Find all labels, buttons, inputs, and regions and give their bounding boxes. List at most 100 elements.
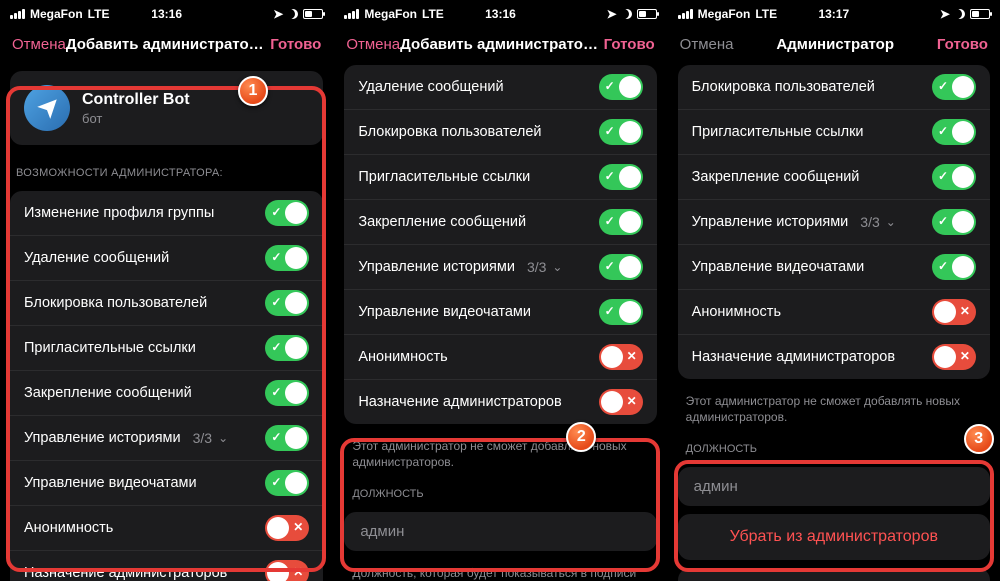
role-hint: Должность, которая будет показываться в … (334, 557, 666, 581)
toggle-on[interactable]: ✓ (599, 299, 643, 325)
carrier-label: MegaFon (364, 7, 417, 21)
network-label: LTE (88, 7, 110, 21)
carrier-label: MegaFon (30, 7, 83, 21)
perm-block[interactable]: Блокировка пользователей✓ (344, 109, 656, 154)
perm-video[interactable]: Управление видеочатами✓ (678, 244, 990, 289)
perm-delete[interactable]: Удаление сообщений✓ (344, 65, 656, 109)
toggle-off[interactable]: ✕ (265, 515, 309, 541)
status-bar: MegaFon LTE 13:16 ➤ (0, 0, 333, 26)
location-icon: ➤ (607, 7, 617, 21)
nav-title: Добавить администрато… (400, 36, 598, 53)
toggle-off[interactable]: ✕ (932, 344, 976, 370)
toggle-on[interactable]: ✓ (265, 290, 309, 316)
perm-pin[interactable]: Закрепление сообщений✓ (678, 154, 990, 199)
perm-stories[interactable]: Управление историями3/3 ⌄✓ (344, 244, 656, 289)
nav-bar: ОтменаДобавить администрато… Готово (334, 26, 666, 63)
perm-addadmin[interactable]: Назначение администраторов✕ (344, 379, 656, 424)
toggle-off[interactable]: ✕ (265, 560, 309, 581)
chevron-down-icon: ⌄ (218, 431, 228, 445)
toggle-on[interactable]: ✓ (599, 254, 643, 280)
status-bar: MegaFon LTE 13:17 ➤ (668, 0, 1000, 26)
toggle-on[interactable]: ✓ (932, 74, 976, 100)
dnd-icon (955, 9, 965, 19)
screen-1: MegaFon LTE 13:16 ➤ ОтменаДобавить админ… (0, 0, 333, 581)
toggle-on[interactable]: ✓ (932, 164, 976, 190)
perm-video[interactable]: Управление видеочатами✓ (344, 289, 656, 334)
perm-profile[interactable]: Изменение профиля группы✓ (10, 191, 323, 235)
role-section-label: ДОЛЖНОСТЬ (668, 425, 1000, 461)
toggle-on[interactable]: ✓ (265, 380, 309, 406)
toggle-on[interactable]: ✓ (265, 335, 309, 361)
signal-icon (678, 9, 693, 19)
role-section-label: ДОЛЖНОСТЬ (334, 470, 666, 506)
toggle-off[interactable]: ✕ (932, 299, 976, 325)
perm-addadmin[interactable]: Назначение администраторов✕ (10, 550, 323, 581)
carrier-label: MegaFon (698, 7, 751, 21)
screen-3: MegaFon LTE 13:17 ➤ Отмена Администратор… (667, 0, 1000, 581)
perm-invite[interactable]: Пригласительные ссылки✓ (344, 154, 656, 199)
footnote-noadd: Этот администратор не сможет добавлять н… (668, 385, 1000, 425)
perm-anon[interactable]: Анонимность✕ (344, 334, 656, 379)
nav-bar: Отмена Администратор Готово (668, 26, 1000, 63)
toggle-on[interactable]: ✓ (265, 200, 309, 226)
nav-title: Добавить администрато… (66, 36, 264, 53)
permissions-list: Изменение профиля группы✓ Удаление сообщ… (10, 191, 323, 581)
perm-addadmin[interactable]: Назначение администраторов✕ (678, 334, 990, 379)
role-input[interactable]: админ (678, 467, 990, 506)
done-button[interactable]: Готово (270, 36, 321, 53)
perm-delete[interactable]: Удаление сообщений✓ (10, 235, 323, 280)
toggle-off[interactable]: ✕ (599, 344, 643, 370)
cancel-action-button[interactable]: Отмена (678, 568, 990, 581)
signal-icon (10, 9, 25, 19)
remove-admin-button[interactable]: Убрать из администраторов (678, 514, 990, 560)
network-label: LTE (422, 7, 444, 21)
toggle-on[interactable]: ✓ (599, 74, 643, 100)
section-admin-caps: ВОЗМОЖНОСТИ АДМИНИСТРАТОРА: (0, 153, 333, 185)
permissions-list: Блокировка пользователей✓ Пригласительны… (678, 65, 990, 379)
perm-anon[interactable]: Анонимность✕ (678, 289, 990, 334)
clock: 13:17 (818, 7, 849, 21)
perm-pin[interactable]: Закрепление сообщений✓ (344, 199, 656, 244)
toggle-on[interactable]: ✓ (265, 245, 309, 271)
cancel-button[interactable]: Отмена (12, 36, 66, 53)
perm-video[interactable]: Управление видеочатами✓ (10, 460, 323, 505)
toggle-on[interactable]: ✓ (599, 209, 643, 235)
signal-icon (344, 9, 359, 19)
network-label: LTE (755, 7, 777, 21)
perm-invite[interactable]: Пригласительные ссылки✓ (678, 109, 990, 154)
location-icon: ➤ (273, 7, 283, 21)
clock: 13:16 (151, 7, 182, 21)
toggle-on[interactable]: ✓ (932, 119, 976, 145)
toggle-on[interactable]: ✓ (265, 425, 309, 451)
role-card: админ (678, 467, 990, 506)
toggle-on[interactable]: ✓ (599, 164, 643, 190)
dnd-icon (622, 9, 632, 19)
toggle-on[interactable]: ✓ (932, 209, 976, 235)
perm-stories[interactable]: Управление историями3/3 ⌄✓ (678, 199, 990, 244)
perm-pin[interactable]: Закрепление сообщений✓ (10, 370, 323, 415)
done-button[interactable]: Готово (937, 36, 988, 53)
toggle-on[interactable]: ✓ (599, 119, 643, 145)
toggle-off[interactable]: ✕ (599, 389, 643, 415)
perm-block[interactable]: Блокировка пользователей✓ (678, 65, 990, 109)
toggle-on[interactable]: ✓ (265, 470, 309, 496)
battery-icon (303, 9, 323, 19)
chevron-down-icon: ⌄ (886, 215, 896, 229)
nav-bar: ОтменаДобавить администрато… Готово (0, 26, 333, 63)
location-icon: ➤ (940, 7, 950, 21)
cancel-button[interactable]: Отмена (680, 36, 734, 53)
nav-title: Администратор (776, 36, 894, 53)
done-button[interactable]: Готово (604, 36, 655, 53)
bot-header[interactable]: Controller Bot бот (10, 71, 323, 145)
perm-anon[interactable]: Анонимность✕ (10, 505, 323, 550)
perm-invite[interactable]: Пригласительные ссылки✓ (10, 325, 323, 370)
role-card: админ (344, 512, 656, 551)
perm-block[interactable]: Блокировка пользователей✓ (10, 280, 323, 325)
clock: 13:16 (485, 7, 516, 21)
footnote-noadd: Этот администратор не сможет добавлять н… (334, 430, 666, 470)
perm-stories[interactable]: Управление историями3/3 ⌄✓ (10, 415, 323, 460)
cancel-button[interactable]: Отмена (346, 36, 400, 53)
toggle-on[interactable]: ✓ (932, 254, 976, 280)
role-input[interactable]: админ (344, 512, 656, 551)
permissions-list: Удаление сообщений✓ Блокировка пользоват… (344, 65, 656, 424)
